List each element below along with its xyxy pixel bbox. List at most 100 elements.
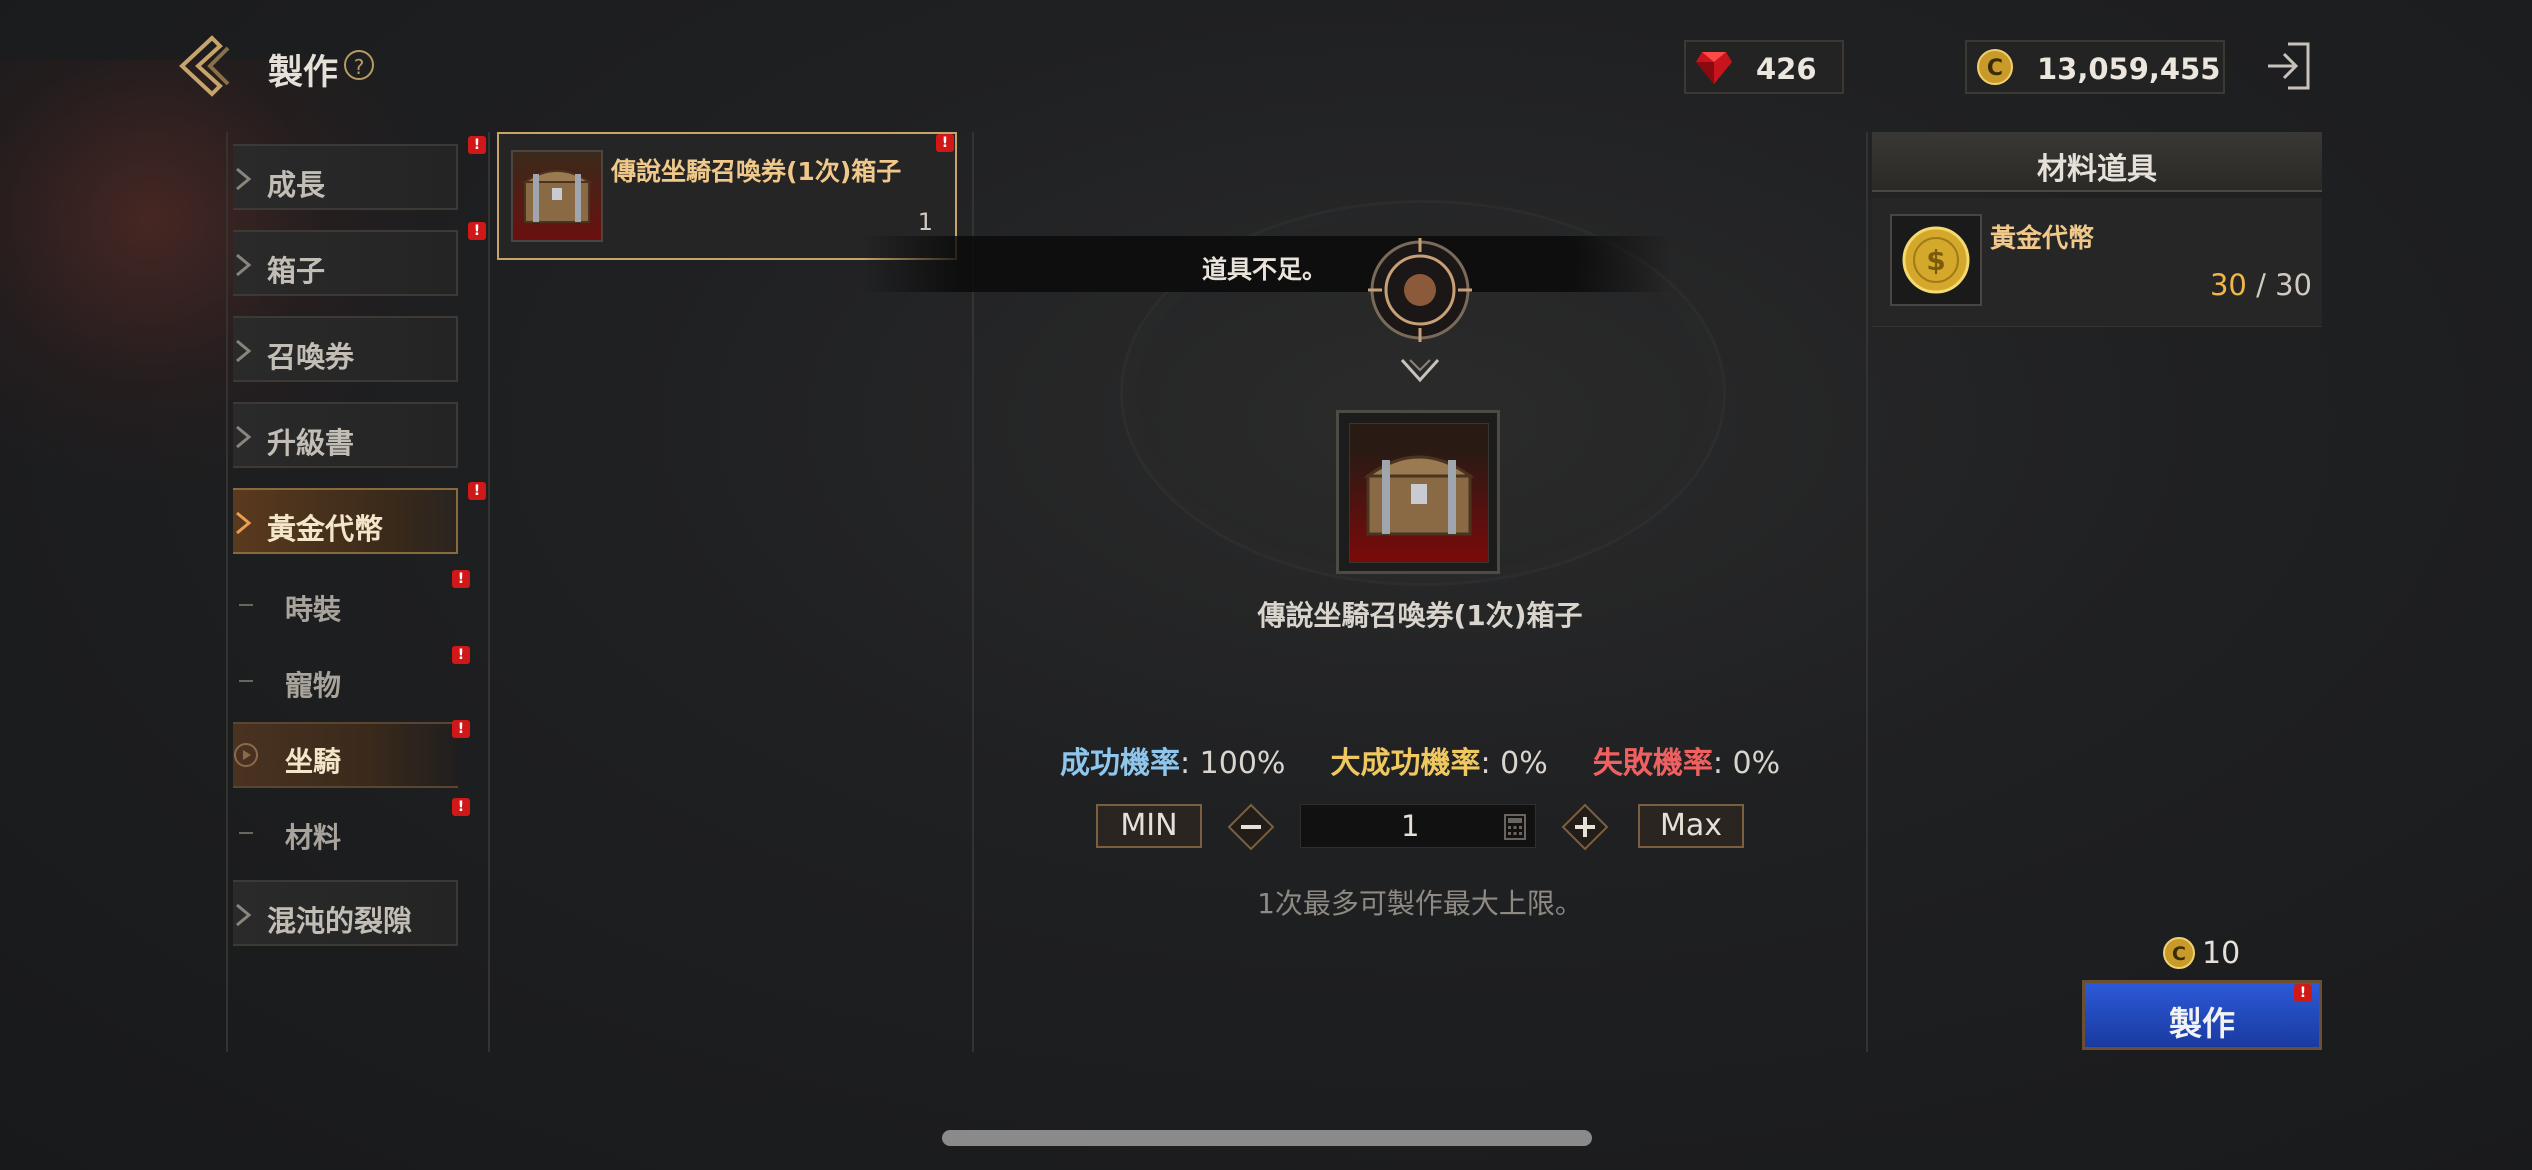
rate-line: 成功機率: 100% 大成功機率: 0% 失敗機率: 0% (1060, 738, 1780, 782)
alert-badge: ! (468, 482, 486, 500)
subitem-label: 時裝 (285, 593, 342, 626)
success-rate-value: : 100% (1180, 746, 1286, 781)
tree-dash (239, 832, 253, 834)
subitem-costume[interactable]: 時裝 (233, 572, 458, 638)
chest-icon (511, 150, 603, 242)
alert-badge: ! (936, 134, 954, 152)
menu-item-gold-token[interactable]: 黃金代幣 (233, 488, 458, 554)
chevron-right-icon (236, 425, 252, 449)
menu-item-summon-ticket[interactable]: 召喚券 (233, 316, 458, 382)
alert-badge: ! (2294, 984, 2312, 1002)
success-rate-label: 成功機率 (1060, 746, 1180, 781)
alert-badge: ! (452, 798, 470, 816)
gold-currency[interactable]: C 13,059,455 (1965, 40, 2225, 94)
menu-item-label: 混沌的裂隙 (267, 904, 413, 938)
recipe-quantity: 1 (917, 208, 933, 236)
ruby-currency[interactable]: 426 (1684, 40, 1844, 94)
menu-item-chaos-rift[interactable]: 混沌的裂隙 (233, 880, 458, 946)
fail-rate-value: : 0% (1712, 746, 1781, 781)
materials-title: 材料道具 (2037, 152, 2157, 187)
alert-badge: ! (452, 646, 470, 664)
help-icon[interactable]: ? (344, 50, 374, 80)
chest-graphic (1363, 455, 1475, 536)
ruby-icon (1696, 52, 1732, 84)
decrement-button[interactable] (1226, 802, 1276, 852)
home-indicator[interactable] (942, 1130, 1592, 1146)
subitem-material[interactable]: 材料 (233, 800, 458, 866)
chevron-right-icon (236, 253, 252, 277)
alert-badge: ! (452, 570, 470, 588)
materials-header: 材料道具 (1872, 132, 2322, 192)
selected-play-icon (234, 743, 258, 767)
great-success-rate-label: 大成功機率 (1330, 746, 1481, 781)
svg-text:C: C (1987, 56, 2003, 81)
menu-item-box[interactable]: 箱子 (233, 230, 458, 296)
material-count: 30 / 30 (2210, 268, 2312, 302)
alert-badge: ! (452, 720, 470, 738)
back-icon (179, 35, 230, 97)
exit-button[interactable] (2264, 40, 2314, 92)
craft-button[interactable]: 製作 (2082, 980, 2322, 1050)
alert-badge: ! (468, 222, 486, 240)
exit-icon (2268, 42, 2310, 90)
toast-emblem (1366, 236, 1474, 344)
quantity-value: 1 (1401, 809, 1420, 843)
great-success-rate-value: : 0% (1480, 746, 1548, 781)
menu-item-label: 黃金代幣 (267, 512, 384, 546)
material-separator: / (2246, 268, 2276, 302)
craft-button-label: 製作 (2169, 1004, 2235, 1043)
gold-token-icon: $ (1890, 214, 1982, 306)
chevron-down-icon (1400, 358, 1440, 383)
fail-rate-label: 失敗機率 (1592, 746, 1713, 781)
subitem-label: 材料 (285, 821, 342, 854)
material-name: 黃金代幣 (1990, 224, 2095, 254)
alert-badge: ! (468, 136, 486, 154)
tree-dash (239, 680, 253, 682)
toast-notification: 道具不足。 (862, 236, 1672, 292)
gold-coin-icon: C (2163, 937, 2195, 969)
craft-cost-value: 10 (2202, 936, 2241, 971)
chevron-right-icon (236, 903, 252, 927)
toast-message: 道具不足。 (1202, 255, 1328, 284)
tree-dash (239, 604, 253, 606)
craft-limit-hint: 1次最多可製作最大上限。 (1257, 887, 1583, 920)
material-row[interactable]: $ 黃金代幣 30 / 30 (1872, 198, 2322, 327)
menu-item-label: 召喚券 (267, 340, 355, 374)
page-title: 製作 (268, 53, 339, 93)
menu-item-label: 成長 (267, 168, 326, 202)
material-have: 30 (2209, 268, 2247, 302)
calculator-icon[interactable] (1503, 813, 1527, 841)
chevron-right-icon (236, 167, 252, 191)
subitem-label: 坐騎 (285, 745, 342, 778)
material-need: 30 (2275, 268, 2312, 302)
subitem-pet[interactable]: 寵物 (233, 648, 458, 714)
chevron-right-icon (236, 339, 252, 363)
divider (488, 132, 490, 1052)
gold-coin-graphic: $ (1902, 226, 1970, 294)
increment-button[interactable] (1560, 802, 1610, 852)
subitem-label: 寵物 (285, 669, 342, 702)
menu-item-growth[interactable]: 成長 (233, 144, 458, 210)
divider (226, 132, 228, 1052)
menu-item-upgrade-book[interactable]: 升級書 (233, 402, 458, 468)
subitem-mount[interactable]: 坐騎 (233, 722, 458, 788)
emblem-icon (1368, 238, 1472, 342)
chevron-right-icon (236, 511, 252, 535)
menu-item-label: 箱子 (267, 254, 326, 288)
svg-text:$: $ (1926, 244, 1945, 277)
gold-amount: 13,059,455 (2037, 52, 2221, 86)
result-item-name: 傳說坐騎召喚券(1次)箱子 (1257, 599, 1583, 632)
chest-graphic (521, 170, 593, 223)
ruby-amount: 426 (1756, 52, 1817, 86)
result-item-slot[interactable] (1336, 410, 1500, 574)
divider (1866, 132, 1868, 1052)
max-button[interactable]: Max (1638, 804, 1744, 848)
recipe-name: 傳說坐騎召喚券(1次)箱子 (611, 157, 902, 186)
min-button[interactable]: MIN (1096, 804, 1202, 848)
menu-item-label: 升級書 (267, 426, 355, 460)
chest-icon (1349, 423, 1489, 563)
gold-coin-icon: C (1977, 49, 2013, 85)
quantity-input[interactable]: 1 (1300, 804, 1536, 848)
svg-text:C: C (2172, 943, 2186, 965)
back-button[interactable] (176, 34, 246, 98)
